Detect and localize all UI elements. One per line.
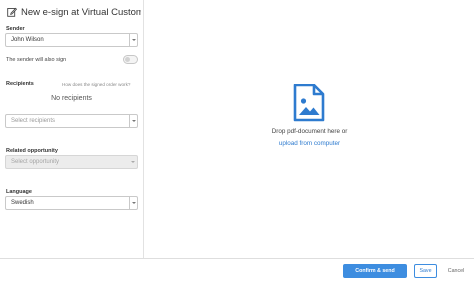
signed-order-help-link[interactable]: How does the signed order work? xyxy=(62,82,130,87)
language-select[interactable]: Swedish xyxy=(5,196,138,210)
dialog-footer: Confirm & send Save Cancel xyxy=(0,258,474,283)
chevron-down-icon xyxy=(129,34,137,46)
chevron-down-icon xyxy=(129,156,137,168)
sender-also-sign-toggle[interactable] xyxy=(123,55,138,64)
pdf-dropzone[interactable]: Drop pdf-document here or upload from co… xyxy=(145,0,474,258)
sender-label: Sender xyxy=(6,26,25,32)
dialog-title-row: New e-sign at Virtual Customer ... xyxy=(7,5,141,19)
edit-icon xyxy=(7,7,17,17)
drop-instructions: Drop pdf-document here or xyxy=(271,128,348,135)
related-opportunity-label: Related opportunity xyxy=(6,148,58,154)
toggle-knob xyxy=(125,57,130,62)
dialog-title: New e-sign at Virtual Customer ... xyxy=(21,6,141,18)
chevron-down-icon xyxy=(129,115,137,127)
confirm-send-button[interactable]: Confirm & send xyxy=(343,264,407,278)
esign-form-panel: New e-sign at Virtual Customer ... Sende… xyxy=(0,0,144,258)
language-select-value: Swedish xyxy=(11,200,34,206)
recipients-label: Recipients xyxy=(6,81,34,87)
save-button[interactable]: Save xyxy=(414,264,437,278)
chevron-down-icon xyxy=(129,197,137,209)
recipients-select-placeholder: Select recipients xyxy=(11,118,56,124)
cancel-button[interactable]: Cancel xyxy=(443,264,469,278)
upload-from-computer-link[interactable]: upload from computer xyxy=(145,140,474,147)
sender-also-sign-label: The sender will also sign xyxy=(6,57,67,63)
sender-select-value: John Wilson xyxy=(11,37,44,43)
esign-dialog: New e-sign at Virtual Customer ... Sende… xyxy=(0,0,474,283)
related-opportunity-select: Select opportunity xyxy=(5,155,138,169)
no-recipients-text: No recipients xyxy=(51,95,92,102)
pdf-document-icon xyxy=(293,84,325,122)
related-opportunity-placeholder: Select opportunity xyxy=(11,159,60,165)
language-label: Language xyxy=(6,189,32,195)
recipients-select[interactable]: Select recipients xyxy=(5,114,138,128)
sender-select[interactable]: John Wilson xyxy=(5,33,138,47)
